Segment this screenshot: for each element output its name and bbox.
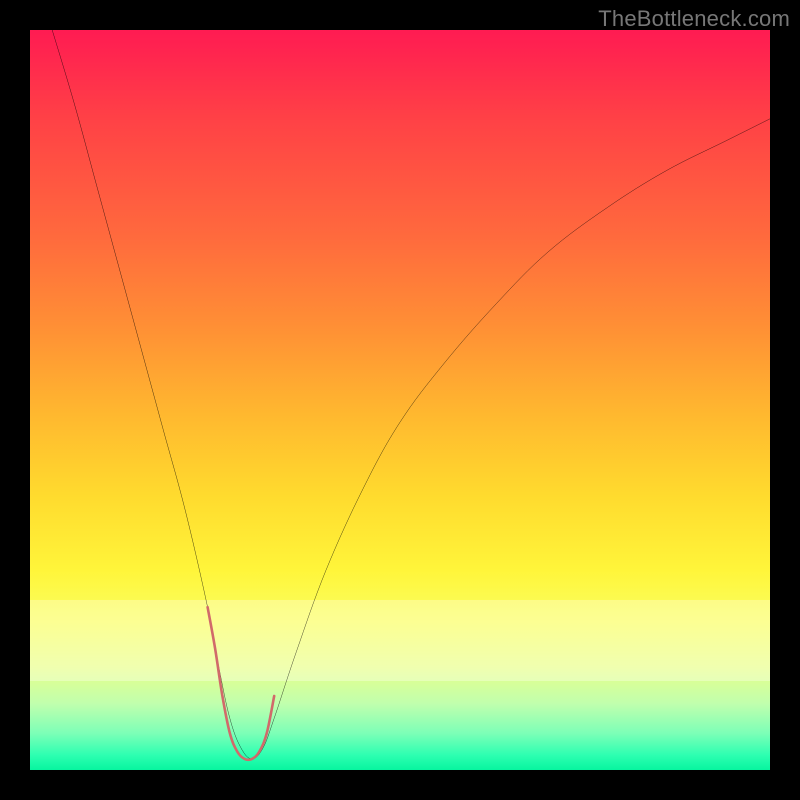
curve-svg [30,30,770,770]
bottleneck-min-marker-path [208,607,275,760]
watermark-text: TheBottleneck.com [598,6,790,32]
chart-stage: TheBottleneck.com [0,0,800,800]
bottleneck-curve-path [52,30,770,759]
plot-area [30,30,770,770]
